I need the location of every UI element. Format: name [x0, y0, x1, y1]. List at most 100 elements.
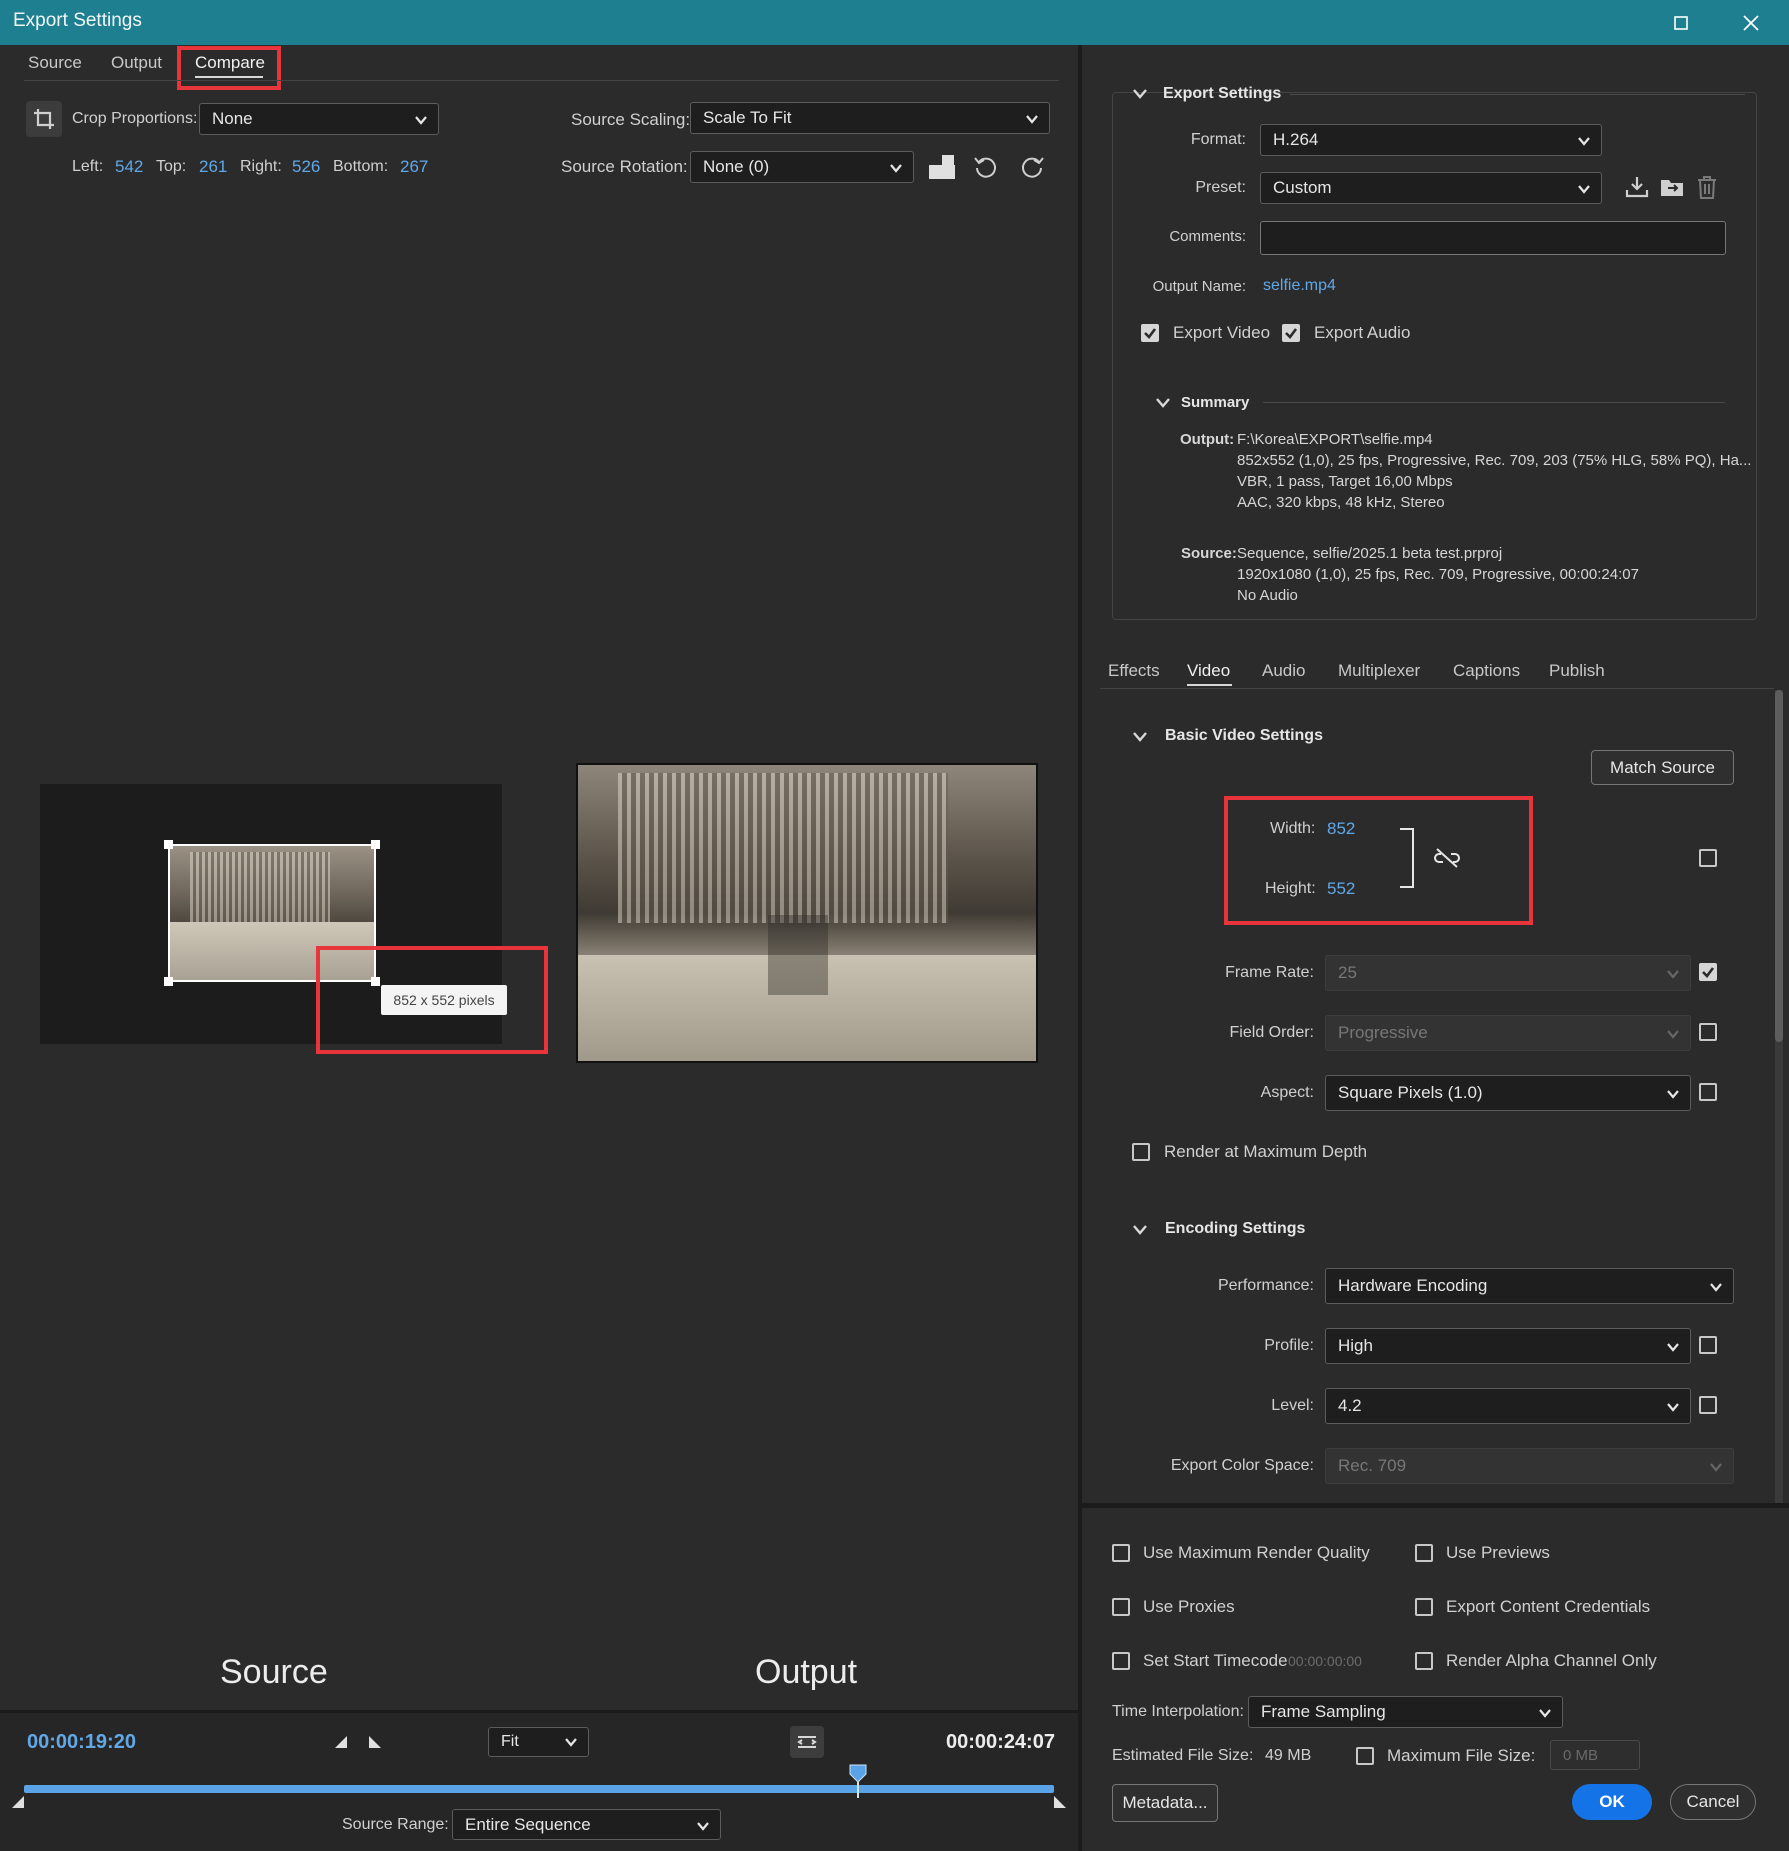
match-source-button[interactable]: Match Source	[1591, 750, 1734, 785]
crop-left-value[interactable]: 542	[115, 157, 143, 177]
close-button[interactable]	[1716, 0, 1786, 45]
comments-input[interactable]	[1260, 221, 1726, 255]
chevron-down-icon	[1577, 181, 1591, 195]
metadata-button[interactable]: Metadata...	[1112, 1784, 1218, 1822]
crop-proportions-value: None	[212, 109, 253, 128]
field-order-dropdown[interactable]: Progressive	[1325, 1015, 1691, 1051]
comments-label: Comments:	[1169, 228, 1246, 245]
tab-source[interactable]: Source	[28, 53, 82, 73]
crop-proportions-dropdown[interactable]: None	[199, 103, 439, 135]
profile-value: High	[1338, 1336, 1373, 1355]
frame-rate-dropdown[interactable]: 25	[1325, 955, 1691, 991]
export-content-credentials-checkbox[interactable]	[1415, 1598, 1433, 1616]
format-dropdown[interactable]: H.264	[1260, 124, 1602, 156]
crop-handle[interactable]	[164, 840, 173, 849]
timeline-range-bar[interactable]	[24, 1785, 1054, 1793]
range-out-handle[interactable]	[1052, 1794, 1068, 1810]
basic-video-header: Basic Video Settings	[1165, 727, 1323, 744]
aspect-correct-button[interactable]	[790, 1726, 824, 1758]
frame-rate-override-checkbox[interactable]	[1699, 963, 1717, 981]
export-video-checkbox[interactable]	[1141, 324, 1159, 342]
timeline-separator	[0, 1710, 1078, 1713]
crop-handle[interactable]	[371, 840, 380, 849]
source-scaling-dropdown[interactable]: Scale To Fit	[690, 102, 1050, 134]
mark-out-button[interactable]	[367, 1734, 383, 1750]
source-range-dropdown[interactable]: Entire Sequence	[452, 1809, 721, 1840]
collapse-summary[interactable]	[1155, 395, 1171, 411]
rotate-left-button[interactable]	[973, 154, 999, 180]
field-order-override-checkbox[interactable]	[1699, 1023, 1717, 1041]
maximize-button[interactable]	[1646, 0, 1716, 45]
profile-dropdown[interactable]: High	[1325, 1328, 1691, 1364]
summary-output-line: 852x552 (1,0), 25 fps, Progressive, Rec.…	[1237, 452, 1752, 469]
title-bar	[0, 0, 1789, 45]
checkmark-icon	[1285, 328, 1298, 339]
set-start-timecode-checkbox[interactable]	[1112, 1652, 1130, 1670]
chevron-down-icon	[1666, 1399, 1680, 1413]
level-override-checkbox[interactable]	[1699, 1396, 1717, 1414]
summary-source-line: Sequence, selfie/2025.1 beta test.prproj	[1237, 545, 1503, 562]
rotate-right-button[interactable]	[1019, 154, 1045, 180]
collapse-encoding[interactable]	[1132, 1222, 1148, 1238]
start-timecode-value[interactable]: 00:00:00:00	[1288, 1653, 1362, 1669]
output-name-link[interactable]: selfie.mp4	[1263, 277, 1336, 295]
profile-override-checkbox[interactable]	[1699, 1336, 1717, 1354]
current-timecode[interactable]: 00:00:19:20	[27, 1731, 136, 1754]
crop-bottom-value[interactable]: 267	[400, 157, 428, 177]
delete-preset-button[interactable]	[1695, 174, 1719, 200]
flip-button[interactable]	[928, 153, 956, 181]
level-dropdown[interactable]: 4.2	[1325, 1388, 1691, 1424]
render-max-depth-checkbox[interactable]	[1132, 1143, 1150, 1161]
save-preset-button[interactable]	[1624, 174, 1650, 200]
crop-top-value[interactable]: 261	[199, 157, 227, 177]
export-audio-checkbox[interactable]	[1282, 324, 1300, 342]
collapse-basic-video[interactable]	[1132, 729, 1148, 745]
playhead[interactable]	[849, 1764, 867, 1798]
max-file-size-checkbox[interactable]	[1356, 1747, 1374, 1765]
tab-multiplexer[interactable]: Multiplexer	[1338, 661, 1420, 681]
time-interpolation-dropdown[interactable]: Frame Sampling	[1248, 1696, 1563, 1728]
aspect-dropdown[interactable]: Square Pixels (1.0)	[1325, 1075, 1691, 1111]
export-color-space-dropdown[interactable]: Rec. 709	[1325, 1448, 1734, 1484]
use-proxies-checkbox[interactable]	[1112, 1598, 1130, 1616]
crop-handle[interactable]	[164, 977, 173, 986]
source-rotation-dropdown[interactable]: None (0)	[690, 151, 914, 183]
zoom-dropdown[interactable]: Fit	[488, 1727, 589, 1757]
export-color-space-label: Export Color Space:	[1170, 1457, 1314, 1474]
tab-video[interactable]: Video	[1187, 661, 1230, 681]
tab-captions[interactable]: Captions	[1453, 661, 1520, 681]
cancel-button[interactable]: Cancel	[1670, 1784, 1756, 1820]
max-file-size-input[interactable]: 0 MB	[1550, 1740, 1640, 1770]
tab-output[interactable]: Output	[111, 53, 162, 73]
crop-bottom-label: Bottom:	[333, 158, 389, 175]
close-icon	[1743, 14, 1759, 31]
estimated-file-size-label: Estimated File Size:	[1112, 1747, 1254, 1764]
rotate-right-icon	[1022, 157, 1044, 178]
render-alpha-only-checkbox[interactable]	[1415, 1652, 1433, 1670]
aspect-override-checkbox[interactable]	[1699, 1083, 1717, 1101]
field-order-value: Progressive	[1338, 1023, 1428, 1042]
tab-audio[interactable]: Audio	[1262, 661, 1305, 681]
crop-right-value[interactable]: 526	[292, 157, 320, 177]
tab-publish[interactable]: Publish	[1549, 661, 1605, 681]
mark-in-button[interactable]	[333, 1734, 349, 1750]
width-height-override-checkbox[interactable]	[1699, 849, 1717, 867]
collapse-export-settings[interactable]	[1132, 86, 1148, 102]
chevron-down-icon	[414, 112, 428, 126]
chevron-down-icon	[1133, 89, 1147, 99]
source-range-value: Entire Sequence	[465, 1814, 591, 1834]
performance-dropdown[interactable]: Hardware Encoding	[1325, 1268, 1734, 1304]
field-order-label: Field Order:	[1229, 1024, 1314, 1041]
preset-dropdown[interactable]: Custom	[1260, 172, 1602, 204]
ok-button[interactable]: OK	[1572, 1784, 1652, 1820]
import-preset-button[interactable]	[1659, 174, 1685, 200]
tab-effects[interactable]: Effects	[1108, 661, 1160, 681]
aspect-label: Aspect:	[1260, 1084, 1314, 1101]
source-scaling-value: Scale To Fit	[703, 108, 792, 127]
range-in-handle[interactable]	[10, 1794, 26, 1810]
use-previews-checkbox[interactable]	[1415, 1544, 1433, 1562]
crop-tool-button[interactable]	[26, 101, 62, 137]
scrollbar-thumb[interactable]	[1775, 690, 1783, 1042]
use-max-render-quality-checkbox[interactable]	[1112, 1544, 1130, 1562]
level-value: 4.2	[1338, 1396, 1362, 1415]
